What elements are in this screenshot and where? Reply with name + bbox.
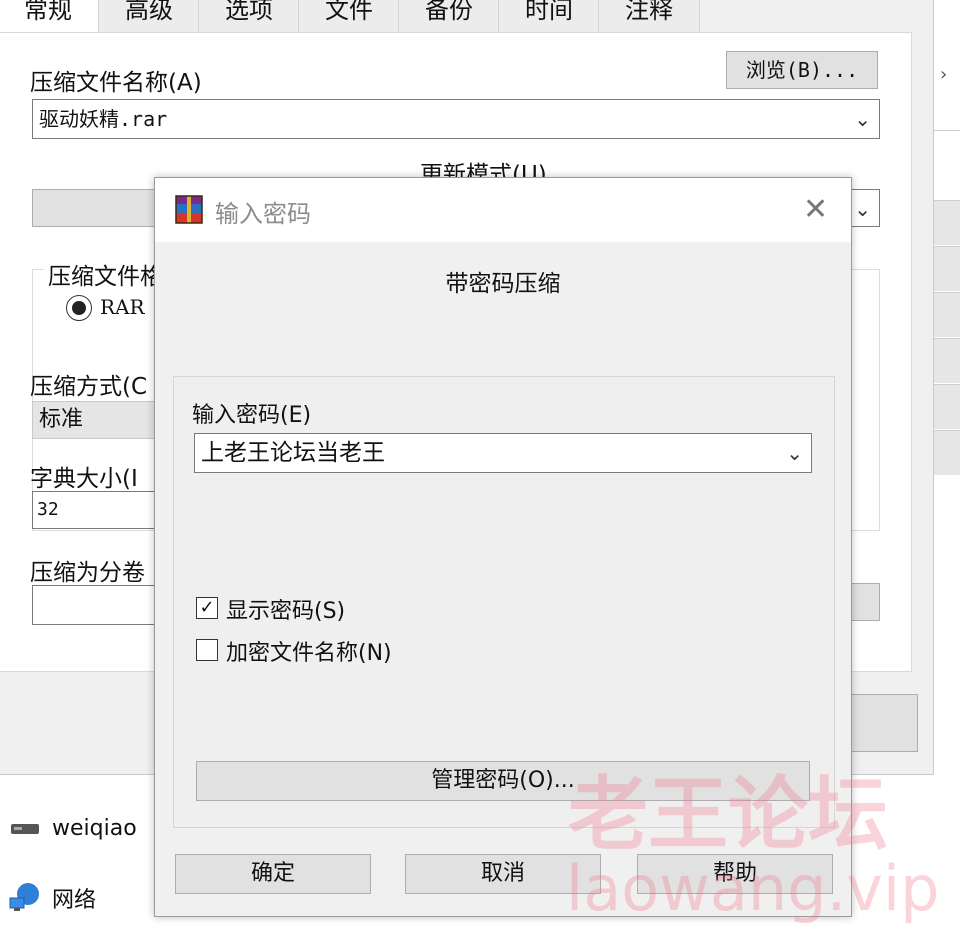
format-group-label: 压缩文件格	[44, 257, 167, 291]
password-input[interactable]: 上老王论坛当老王 ⌄	[194, 433, 812, 473]
tab-general[interactable]: 常规	[0, 0, 100, 33]
strip-cell	[934, 430, 960, 475]
watermark-url: laowang.vip	[566, 852, 940, 925]
password-value: 上老王论坛当老王	[201, 440, 385, 466]
strip-cell	[934, 200, 960, 245]
split-label: 压缩为分卷	[30, 560, 145, 586]
archive-name-value: 驱动妖精.rar	[39, 107, 168, 131]
show-password-label[interactable]: 显示密码(S)	[226, 593, 345, 625]
strip-cell	[934, 384, 960, 429]
dict-label: 字典大小(I	[30, 466, 138, 492]
dialog-heading: 带密码压缩	[445, 271, 561, 297]
chevron-down-icon[interactable]: ⌄	[786, 434, 803, 472]
dict-value: 32	[37, 499, 59, 520]
tab-strip: 常规 高级 选项 文件 备份 时间 注释	[0, 0, 700, 33]
chevron-down-icon[interactable]: ⌄	[854, 100, 871, 138]
tab-files[interactable]: 文件	[298, 0, 400, 33]
chevron-down-icon: ⌄	[854, 197, 871, 221]
dialog-titlebar: 输入密码 ✕	[155, 178, 851, 242]
close-icon[interactable]: ✕	[803, 192, 828, 227]
encrypt-names-checkbox[interactable]	[196, 639, 218, 661]
radio-dot	[72, 301, 86, 315]
strip-cell	[934, 130, 960, 191]
browse-button[interactable]: 浏览(B)...	[726, 51, 878, 89]
checkmark-icon: ✓	[199, 597, 215, 618]
tab-time[interactable]: 时间	[498, 0, 600, 33]
bg-dialog-button[interactable]	[848, 694, 918, 752]
watermark-text: 老王论坛	[568, 768, 888, 861]
nav-item-weiqiao[interactable]: weiqiao	[52, 816, 137, 841]
method-label: 压缩方式(C	[30, 374, 148, 400]
encrypt-names-label[interactable]: 加密文件名称(N)	[226, 635, 392, 667]
right-edge-panel: ›	[934, 0, 960, 775]
enter-password-label: 输入密码(E)	[192, 403, 312, 428]
nav-item-network[interactable]: 网络	[52, 882, 96, 914]
strip-cell	[934, 292, 960, 337]
tab-options[interactable]: 选项	[198, 0, 300, 33]
ok-button[interactable]: 确定	[175, 854, 371, 894]
radio-rar[interactable]	[66, 295, 92, 321]
strip-cell	[934, 246, 960, 291]
archive-name-label: 压缩文件名称(A)	[30, 70, 202, 96]
chevron-right-icon[interactable]: ›	[940, 64, 947, 85]
tab-backup[interactable]: 备份	[398, 0, 500, 33]
method-value: 标准	[39, 407, 84, 432]
dialog-title: 输入密码	[215, 200, 311, 228]
show-password-checkbox[interactable]: ✓	[196, 597, 218, 619]
tab-advanced[interactable]: 高级	[98, 0, 200, 33]
strip-cell	[934, 338, 960, 383]
winrar-icon	[173, 194, 205, 226]
format-rar-label: RAR	[100, 295, 145, 319]
network-icon	[8, 880, 42, 918]
drive-icon	[10, 818, 40, 842]
archive-name-combo[interactable]: 驱动妖精.rar ⌄	[32, 99, 880, 139]
tab-comment[interactable]: 注释	[598, 0, 700, 33]
